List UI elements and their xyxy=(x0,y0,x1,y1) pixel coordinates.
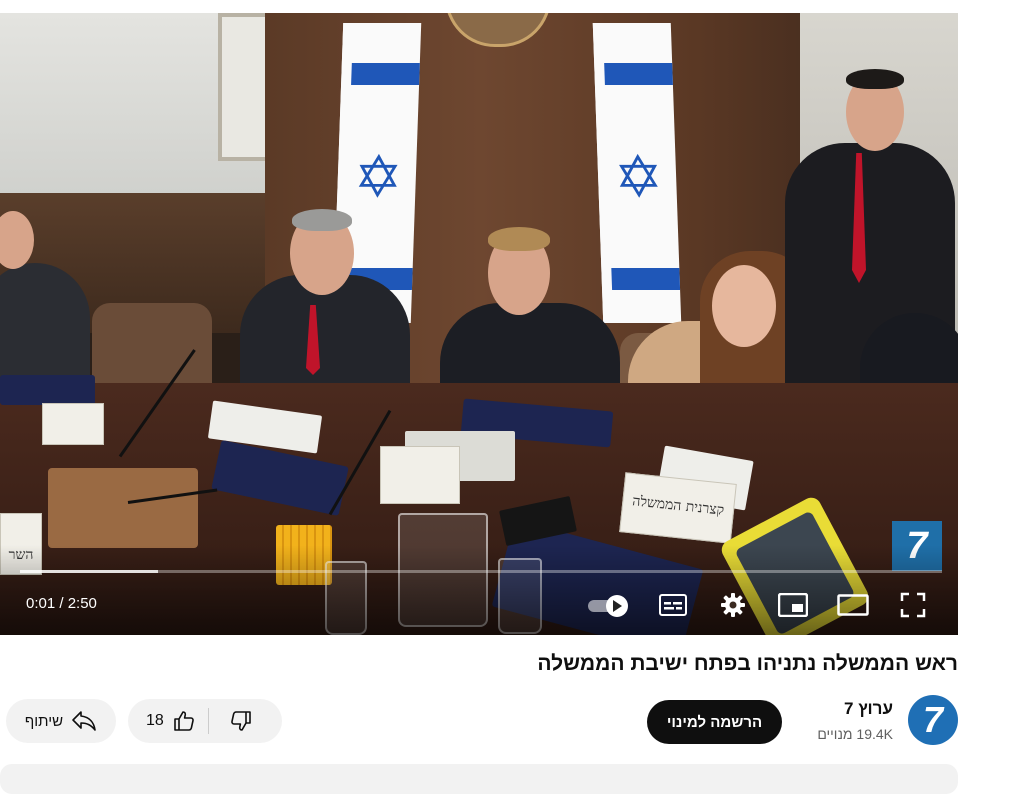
dislike-button[interactable] xyxy=(209,699,273,743)
play-icon xyxy=(613,600,622,612)
fullscreen-icon xyxy=(900,592,926,618)
channel-avatar[interactable]: 7 xyxy=(908,695,958,745)
share-icon xyxy=(72,711,96,731)
controls-gradient xyxy=(0,545,958,635)
progress-bar-played xyxy=(20,570,159,573)
theater-mode-icon xyxy=(837,594,869,616)
share-button[interactable]: שיתוף xyxy=(6,699,116,743)
scene-person-hair xyxy=(846,69,904,89)
scene-person-hair xyxy=(292,209,352,231)
scene-nameplate xyxy=(42,403,104,445)
autoplay-toggle[interactable] xyxy=(588,595,630,617)
video-player[interactable]: ✡ ✡ השר קצרנית הממשלה xyxy=(0,13,958,635)
progress-bar[interactable] xyxy=(20,570,942,573)
miniplayer-icon xyxy=(778,593,808,617)
scene-nameplate: קצרנית הממשלה xyxy=(619,472,737,544)
subscriber-count: 19.4K מנויים xyxy=(817,726,893,742)
settings-icon xyxy=(721,593,745,617)
video-title: ראש הממשלה נתניהו בפתח ישיבת הממשלה xyxy=(537,652,958,675)
share-label: שיתוף xyxy=(24,712,64,730)
scene-person-hair xyxy=(488,227,550,251)
thumbs-down-icon xyxy=(231,711,251,731)
like-count: 18 xyxy=(146,712,164,729)
scene-folder xyxy=(0,375,95,405)
subtitles-icon xyxy=(659,594,687,616)
miniplayer-button[interactable] xyxy=(775,590,811,620)
fullscreen-button[interactable] xyxy=(895,590,931,620)
like-dislike-group: 18 xyxy=(128,699,282,743)
scene-nameplate xyxy=(380,446,460,504)
theater-mode-button[interactable] xyxy=(835,590,871,620)
time-display: 0:01 / 2:50 xyxy=(26,595,97,612)
settings-button[interactable] xyxy=(715,590,751,620)
scene-person-head xyxy=(712,265,776,347)
subtitles-button[interactable] xyxy=(655,590,691,620)
subscribe-button[interactable]: הרשמה למינוי xyxy=(647,700,782,744)
description-box[interactable] xyxy=(0,764,958,794)
autoplay-knob xyxy=(606,595,628,617)
like-button[interactable]: 18 xyxy=(128,699,208,743)
channel-name[interactable]: ערוץ 7 xyxy=(844,699,893,719)
video-frame: ✡ ✡ השר קצרנית הממשלה xyxy=(0,13,958,635)
scene-tissue-box xyxy=(48,468,198,548)
thumbs-up-icon xyxy=(173,711,194,731)
israel-flag-right: ✡ xyxy=(592,23,682,323)
